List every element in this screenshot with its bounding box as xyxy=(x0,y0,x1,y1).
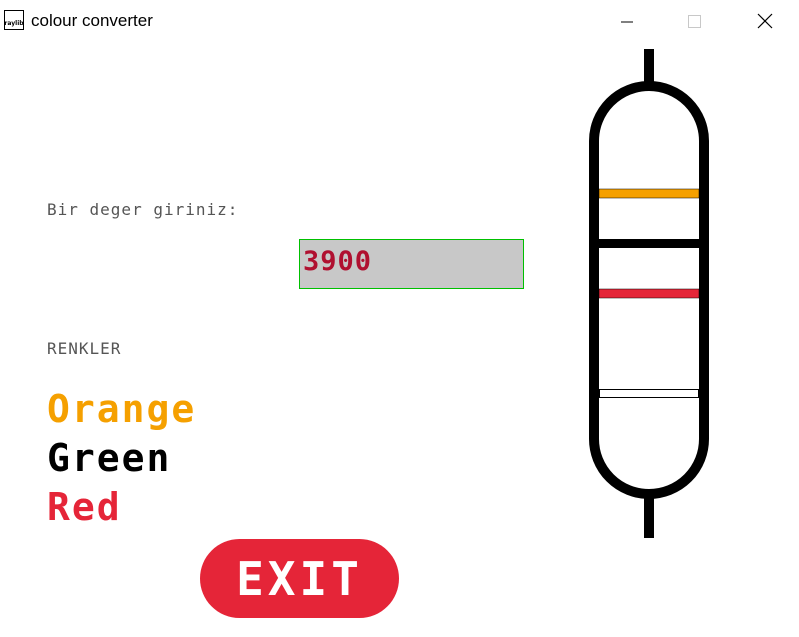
exit-button[interactable]: EXIT xyxy=(200,539,399,618)
window-title: colour converter xyxy=(31,11,153,30)
maximize-button[interactable] xyxy=(679,8,709,34)
resistor-band-2 xyxy=(598,288,700,299)
value-input-text: 3900 xyxy=(303,246,373,277)
value-input[interactable]: 3900 xyxy=(299,239,524,289)
resistor-band-1 xyxy=(598,188,700,199)
raylib-app-icon: raylib xyxy=(4,10,24,30)
exit-button-label: EXIT xyxy=(236,551,363,606)
close-button[interactable] xyxy=(750,8,780,34)
title-bar[interactable]: raylib colour converter xyxy=(0,0,799,42)
minimize-button[interactable] xyxy=(612,8,642,34)
resistor-diagram xyxy=(589,49,709,538)
colors-heading: RENKLER xyxy=(47,339,122,358)
close-icon xyxy=(757,13,773,29)
color-name-3: Red xyxy=(47,485,122,529)
resistor-band-3 xyxy=(599,389,699,398)
value-prompt-label: Bir deger giriniz: xyxy=(47,200,239,219)
maximize-icon xyxy=(688,15,701,28)
color-name-2: Green xyxy=(47,436,172,480)
minimize-icon xyxy=(621,21,633,23)
app-icon-label: raylib xyxy=(4,20,24,27)
color-name-1: Orange xyxy=(47,387,197,431)
resistor-divider xyxy=(594,239,704,248)
